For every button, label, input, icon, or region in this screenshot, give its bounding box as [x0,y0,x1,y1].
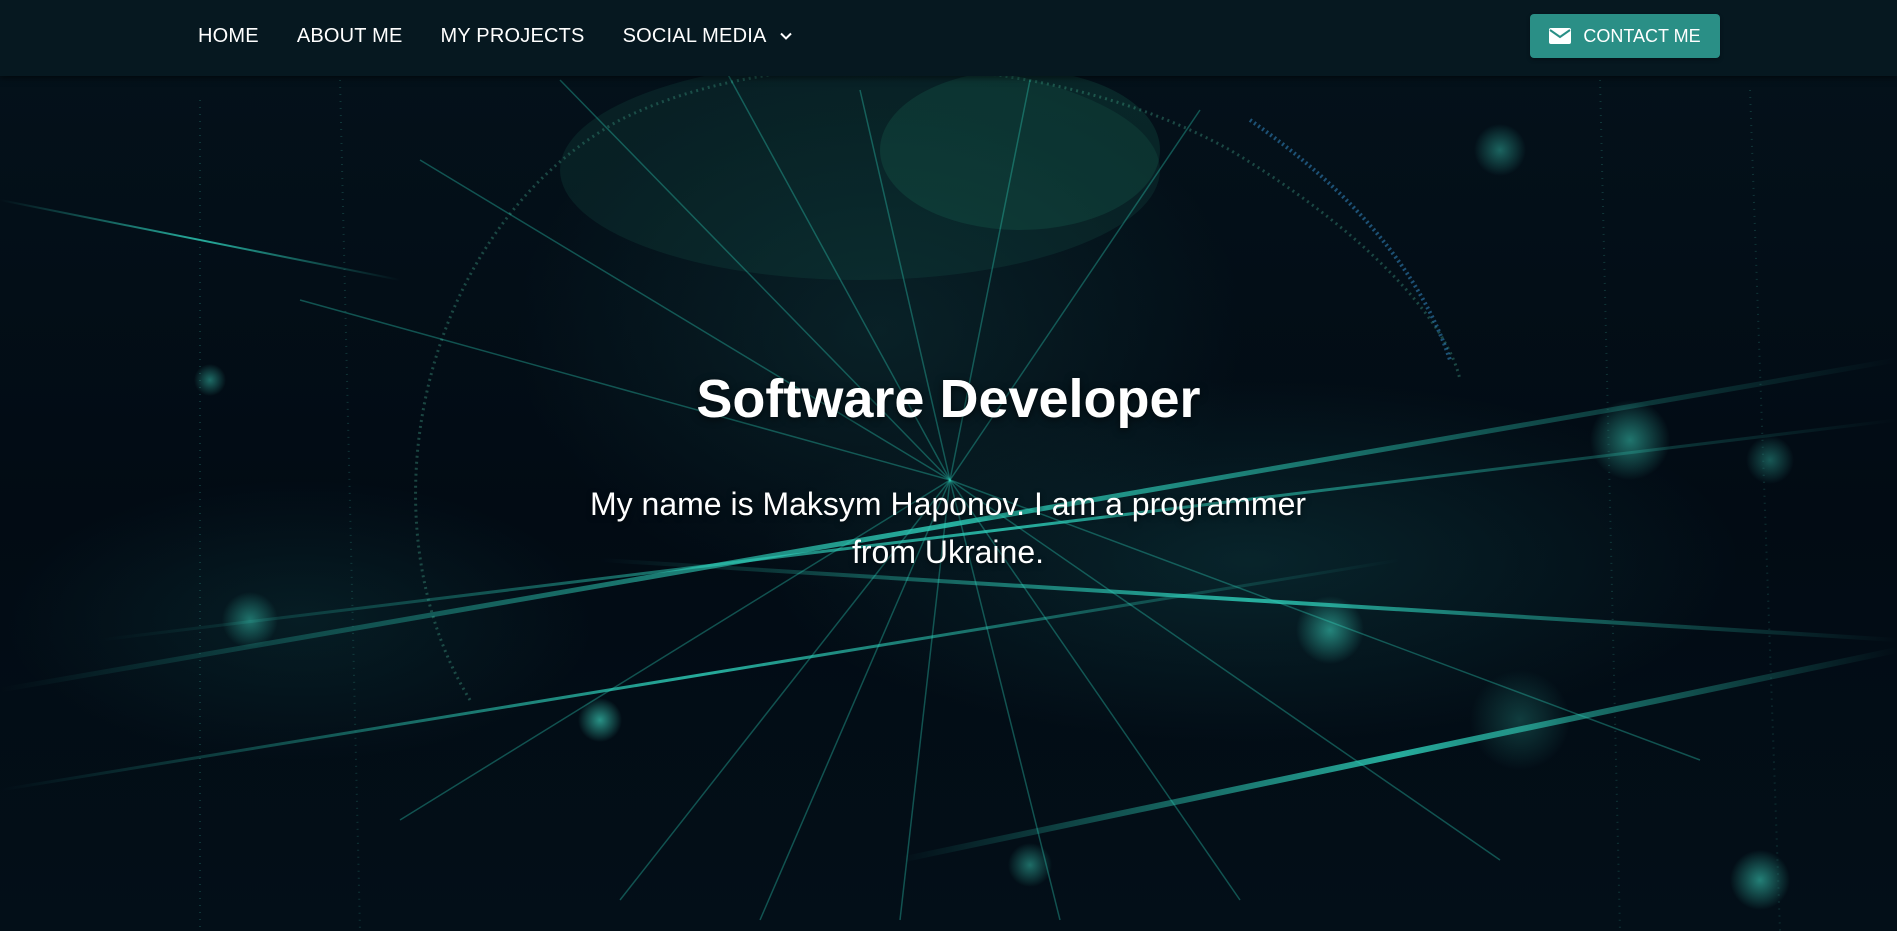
nav-links: HOME ABOUT ME MY PROJECTS SOCIAL MEDIA [198,0,831,72]
hero-title: Software Developer [696,369,1201,429]
nav-about-me[interactable]: ABOUT ME [297,25,403,48]
page: HOME ABOUT ME MY PROJECTS SOCIAL MEDIA C… [0,0,1897,931]
hero-background-graphic [0,59,1897,931]
hero-background [0,0,1897,931]
nav-social-media-dropdown[interactable]: SOCIAL MEDIA [623,25,793,48]
nav-my-projects[interactable]: MY PROJECTS [441,25,585,48]
hero-subtitle: My name is Maksym Haponov. I am a progra… [589,486,1307,570]
nav-social-media-label: SOCIAL MEDIA [622,24,767,47]
mail-icon [1549,28,1572,44]
contact-me-button[interactable]: CONTACT ME [1530,14,1720,58]
chevron-down-icon [779,32,792,40]
contact-me-label: CONTACT ME [1583,25,1701,46]
nav-home[interactable]: HOME [198,25,259,48]
navbar: HOME ABOUT ME MY PROJECTS SOCIAL MEDIA C… [0,0,1897,76]
